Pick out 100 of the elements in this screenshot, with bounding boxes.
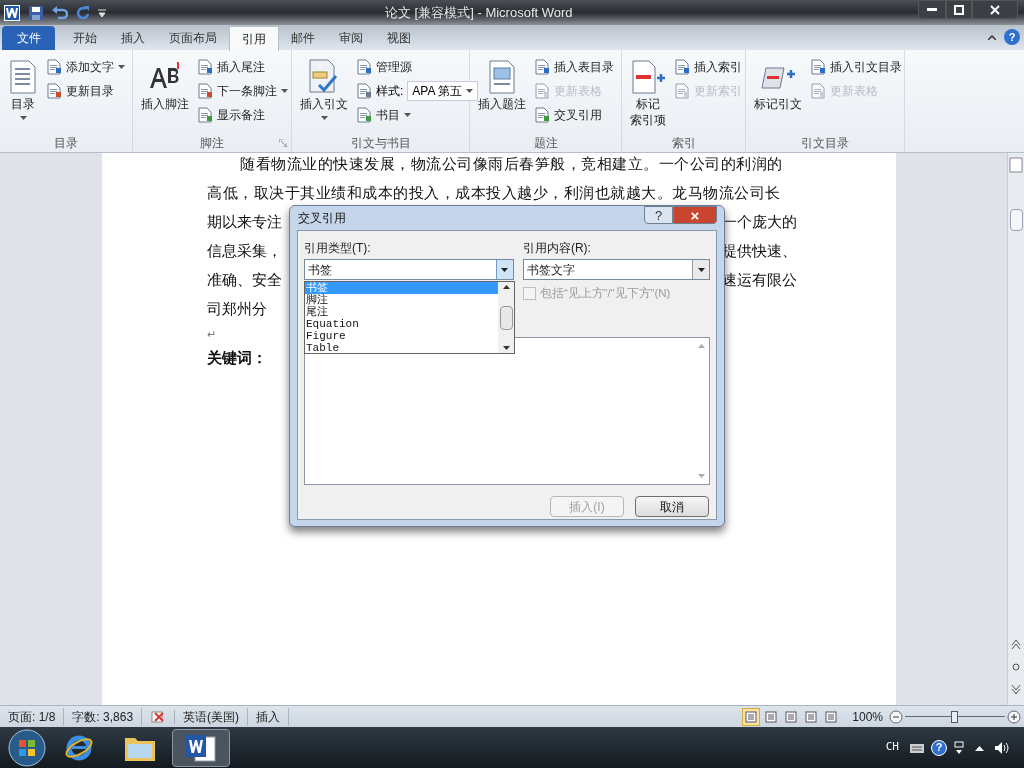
document-icon <box>534 59 550 75</box>
ribbon-button[interactable]: 插入引文 <box>296 54 352 134</box>
ribbon-small-button[interactable]: 插入索引 <box>674 55 742 79</box>
ribbon-button[interactable]: 插入脚注 <box>137 54 193 134</box>
page-view-icon <box>785 710 798 723</box>
caret-icon <box>404 113 411 117</box>
reference-type-combobox[interactable]: 书签 <box>304 259 514 280</box>
status-item[interactable]: 插入 <box>248 707 290 726</box>
ribbon-tab[interactable]: 开始 <box>61 26 109 50</box>
ribbon-tab[interactable]: 页面布局 <box>157 26 229 50</box>
document-icon <box>46 59 62 75</box>
ribbon-small-button[interactable]: 显示备注 <box>197 103 288 127</box>
style-label: 样式: <box>376 83 404 100</box>
ribbon-button[interactable]: 标记 索引项 <box>626 54 670 134</box>
customize-toolbar-icon[interactable] <box>98 8 106 17</box>
dropdown-option[interactable]: Figure <box>305 330 498 342</box>
dropdown-option[interactable]: 脚注 <box>305 294 498 306</box>
style-select[interactable]: APA 第五 <box>407 81 479 101</box>
ribbon-tab[interactable]: 文件 <box>2 26 55 50</box>
close-button[interactable]: × <box>673 206 717 224</box>
group-label: 引文目录 <box>801 135 849 152</box>
taskbar-button[interactable] <box>172 728 230 767</box>
minimize-button[interactable] <box>918 0 946 19</box>
document-icon <box>674 83 690 99</box>
scroll-thumb[interactable] <box>1009 209 1023 231</box>
redo-icon[interactable] <box>76 5 90 20</box>
ribbon-button[interactable]: 目录 <box>4 54 42 134</box>
body-text: 随看物流业的快速发展，物流公司像雨后春笋般，竞相建立。一个公司的利润的 <box>239 155 783 172</box>
dialog-button[interactable]: 取消 <box>635 496 709 518</box>
view-button[interactable] <box>742 707 761 726</box>
slider-thumb[interactable] <box>951 710 958 723</box>
show-hidden-icons-icon[interactable] <box>975 744 984 751</box>
ribbon-small-button[interactable]: 下一条脚注 <box>197 79 288 103</box>
document-icon <box>197 59 213 75</box>
ribbon-small-button[interactable]: 插入引文目录 <box>810 55 902 79</box>
dropdown-option[interactable]: Equation <box>305 318 498 330</box>
input-language[interactable]: CH <box>885 739 899 756</box>
group-label: 引文与书目 <box>350 135 411 152</box>
save-icon[interactable] <box>28 4 44 21</box>
page-view-icon <box>765 710 778 723</box>
group-label: 索引 <box>671 135 696 152</box>
body-text: 信息采集， <box>207 241 282 261</box>
status-item[interactable]: 字数: 3,863 <box>64 707 143 726</box>
zoom-level[interactable]: 100% <box>852 707 883 726</box>
ribbon-small-button[interactable]: 添加文字 <box>46 55 125 79</box>
collapse-ribbon-icon[interactable] <box>988 34 996 40</box>
ribbon-tab[interactable]: 引用 <box>229 26 279 51</box>
ribbon-tab[interactable]: 邮件 <box>279 26 327 50</box>
body-text: 高低，取决于其业绩和成本的投入，成本投入越少，利润也就越大。龙马物流公司长 <box>207 184 781 201</box>
group-label: 脚注 <box>200 135 224 152</box>
scroll-up-icon[interactable] <box>502 285 510 289</box>
document-icon <box>197 107 213 123</box>
caret-icon <box>697 267 705 272</box>
keywords-label: 关键词： <box>207 349 267 366</box>
caret-icon <box>19 116 27 120</box>
zoom-slider[interactable] <box>905 709 1005 724</box>
ribbon-button[interactable]: 标记引文 <box>750 54 806 134</box>
scroll-thumb[interactable] <box>499 305 513 330</box>
ribbon-tab[interactable]: 插入 <box>109 26 157 50</box>
table-of-contents-icon <box>8 60 38 94</box>
body-text: 准确、安全 <box>207 270 282 290</box>
undo-icon[interactable] <box>52 5 68 20</box>
zoom-out-icon[interactable] <box>889 709 903 724</box>
status-item[interactable]: 英语(美国) <box>175 707 249 726</box>
window-title: 论文 [兼容模式] - Microsoft Word <box>385 4 573 22</box>
dialog-title: 交叉引用 <box>297 210 346 227</box>
launcher-icon[interactable] <box>279 139 287 147</box>
caret-icon <box>320 116 328 120</box>
dropdown-option[interactable]: Table <box>305 342 498 354</box>
close-icon <box>990 4 1000 15</box>
checkbox-label: 包括“见上方”/“见下方”(N) <box>539 286 671 301</box>
document-icon <box>356 59 372 75</box>
ribbon-small-button[interactable]: 更新目录 <box>46 79 125 103</box>
word-app-icon <box>4 4 20 21</box>
restore-button[interactable] <box>946 0 972 19</box>
volume-icon[interactable] <box>994 740 1010 755</box>
help-button[interactable]: ? <box>644 206 673 224</box>
help-icon[interactable]: ? <box>1004 29 1020 45</box>
zoom-in-icon[interactable] <box>1007 709 1021 724</box>
caret-icon <box>501 267 509 272</box>
ribbon-small-button[interactable]: 插入表目录 <box>534 55 614 79</box>
ribbon-tab[interactable]: 审阅 <box>327 26 375 50</box>
mark-entry-icon <box>630 60 666 94</box>
proofing-icon[interactable] <box>150 709 167 724</box>
scroll-down-icon[interactable] <box>502 346 510 350</box>
document-icon <box>534 107 550 123</box>
close-button[interactable] <box>972 0 1018 19</box>
page-view-icon <box>825 710 838 723</box>
keyboard-icon[interactable] <box>909 741 925 754</box>
status-item[interactable]: 页面: 1/8 <box>0 707 65 726</box>
browse-buttons-icon[interactable] <box>1011 637 1021 697</box>
dropdown-option[interactable]: 尾注 <box>305 306 498 318</box>
caret-icon <box>281 89 288 93</box>
reference-content-combobox[interactable]: 书签文字 <box>522 259 710 280</box>
help-icon[interactable]: ? <box>931 739 947 756</box>
ribbon-small-button[interactable]: 插入尾注 <box>197 55 288 79</box>
ribbon-tab[interactable]: 视图 <box>375 26 423 50</box>
caption-icon <box>487 60 517 94</box>
start-button-icon[interactable] <box>7 727 47 768</box>
ribbon-small-button[interactable]: 交叉引用 <box>534 103 614 127</box>
